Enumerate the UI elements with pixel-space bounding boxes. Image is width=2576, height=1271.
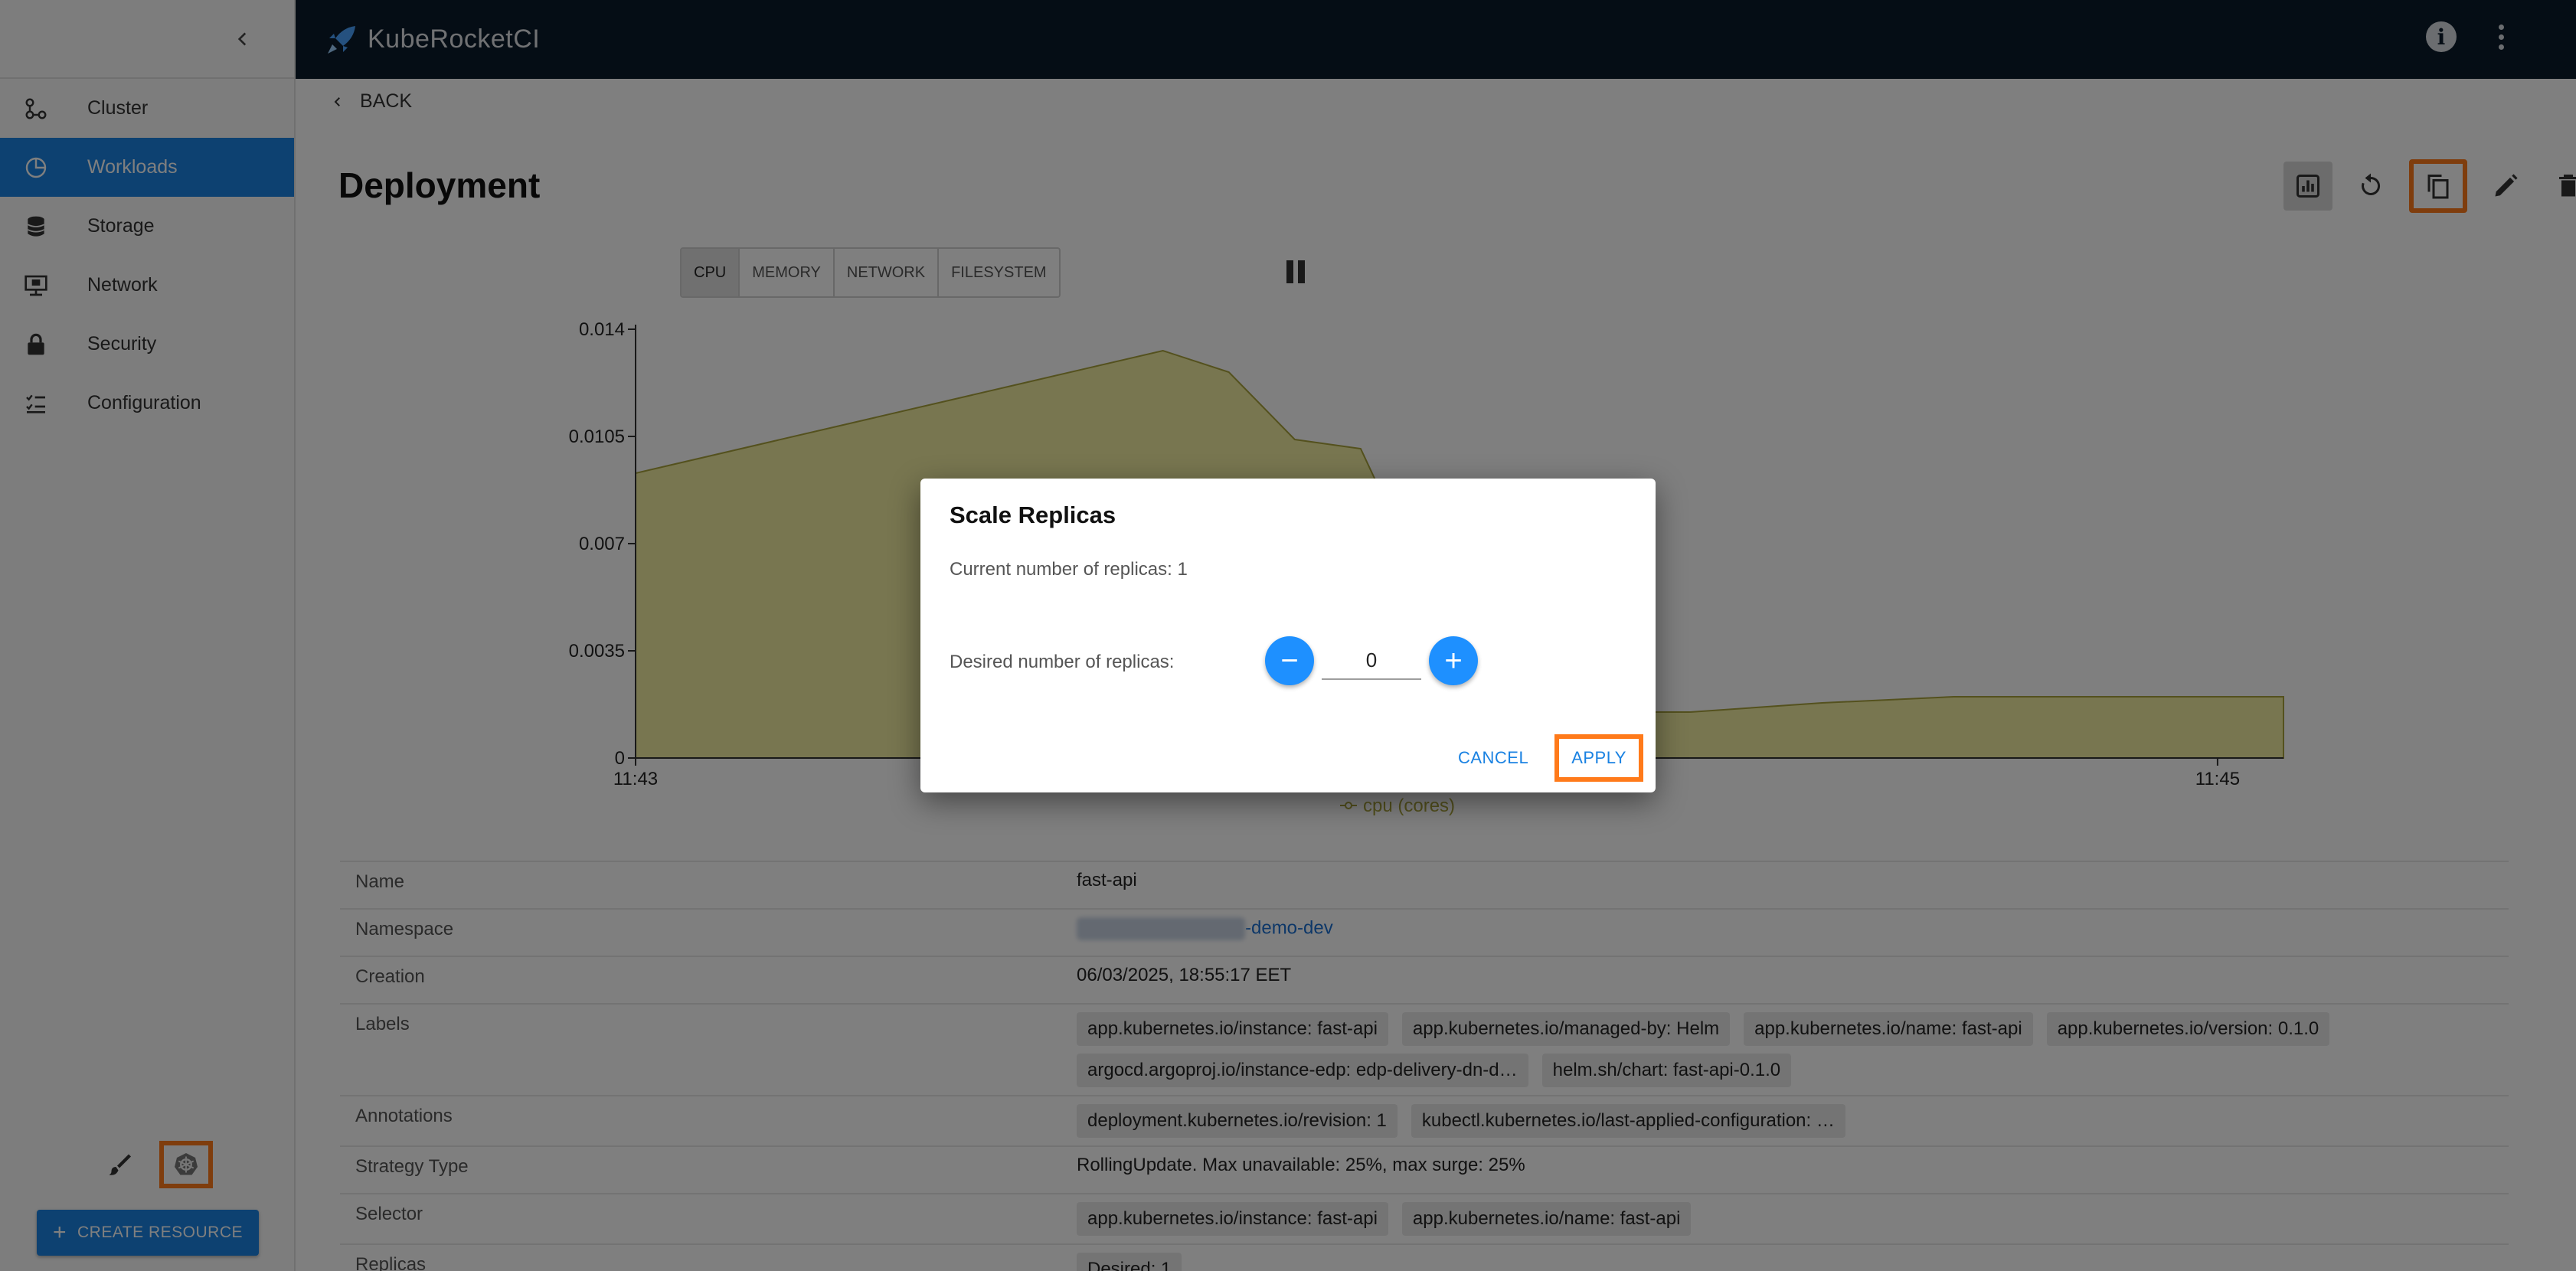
minus-icon: − [1280, 643, 1299, 678]
increment-button[interactable]: + [1429, 636, 1478, 685]
cancel-button[interactable]: CANCEL [1449, 740, 1538, 776]
replicas-stepper: − + [1265, 636, 1478, 685]
dialog-actions: CANCEL APPLY [1449, 734, 1643, 782]
desired-replicas-input[interactable] [1322, 642, 1421, 680]
plus-icon: + [1444, 643, 1463, 678]
dialog-title: Scale Replicas [950, 502, 1116, 528]
decrement-button[interactable]: − [1265, 636, 1314, 685]
scale-replicas-dialog: Scale Replicas Current number of replica… [920, 479, 1656, 792]
current-replicas-text: Current number of replicas: 1 [950, 559, 1188, 580]
desired-replicas-label: Desired number of replicas: [950, 652, 1175, 672]
apply-button[interactable]: APPLY [1554, 734, 1643, 782]
